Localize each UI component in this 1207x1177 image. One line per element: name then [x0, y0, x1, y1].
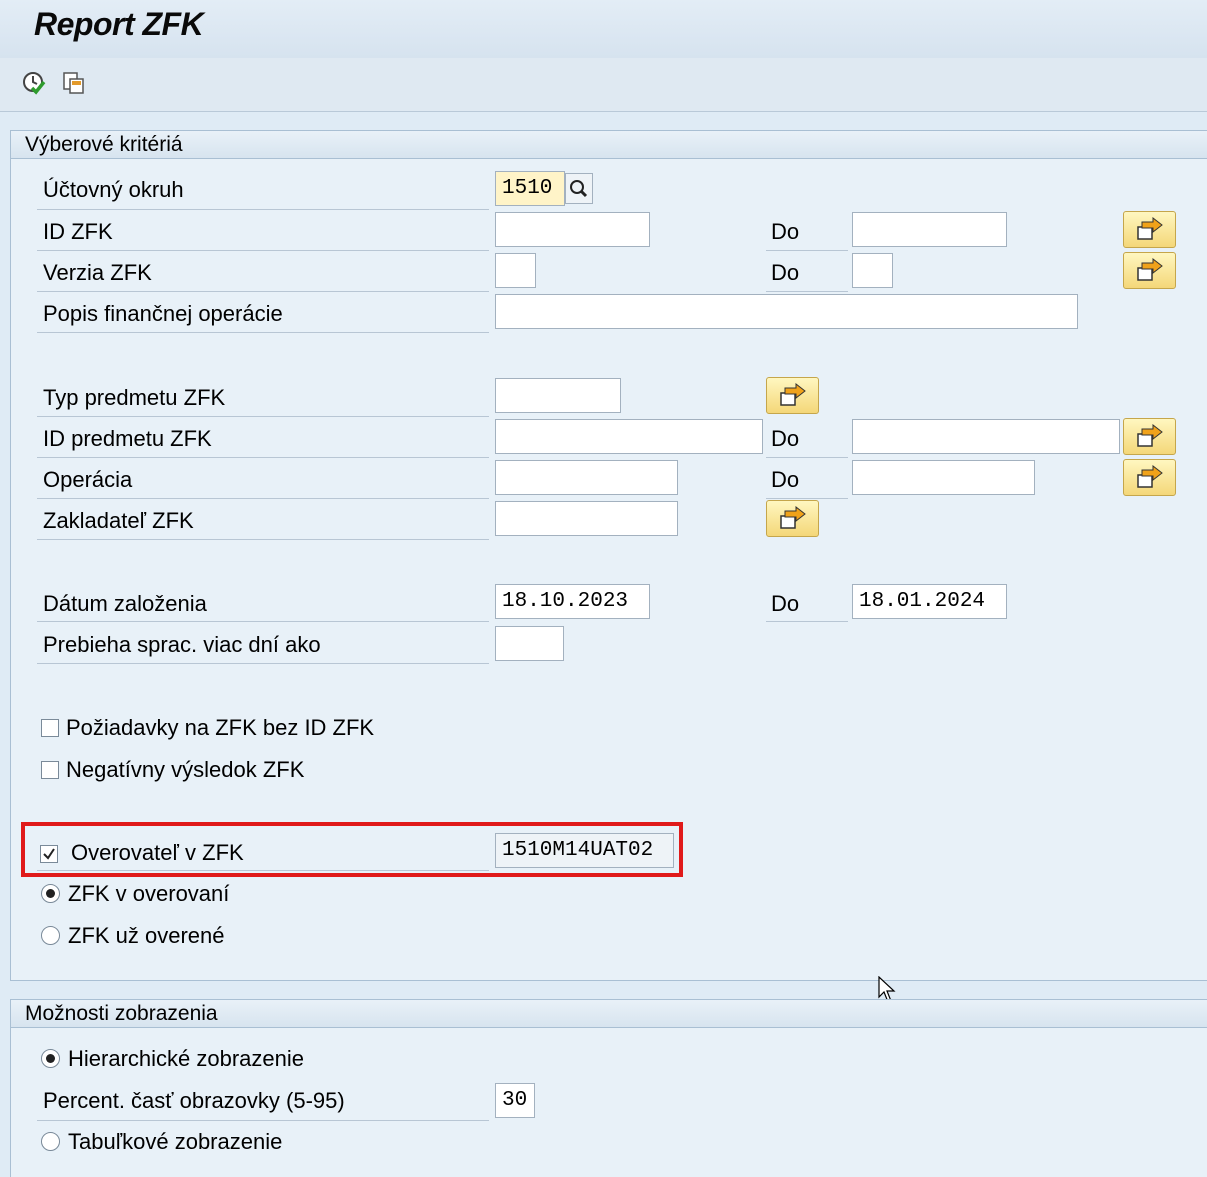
table-display-label: Tabuľkové zobrazenie: [68, 1129, 283, 1154]
hierarchical-display-radio[interactable]: [41, 1049, 60, 1068]
percent-label: Percent. časť obrazovky (5-95): [43, 1088, 345, 1113]
application-toolbar: [0, 58, 1207, 112]
subject-id-label: ID predmetu ZFK: [43, 426, 212, 451]
multiple-selection-icon: [1137, 424, 1163, 447]
to-label: Do: [771, 260, 800, 285]
to-label: Do: [771, 467, 800, 492]
multiple-selection-icon: [1137, 258, 1163, 281]
percent-input[interactable]: 30: [495, 1083, 535, 1118]
accounting-area-input[interactable]: 1510: [495, 171, 565, 206]
created-date-to-input[interactable]: 18.01.2024: [852, 584, 1007, 619]
zfk-id-to-input[interactable]: [852, 212, 1007, 247]
to-label: Do: [771, 591, 800, 616]
already-verified-label: ZFK už overené: [68, 923, 225, 948]
requests-without-id-label: Požiadavky na ZFK bez ID ZFK: [66, 715, 375, 740]
multiple-selection-icon: [780, 383, 806, 406]
in-verification-radio[interactable]: [41, 884, 60, 903]
copy-variant-icon[interactable]: [61, 70, 87, 96]
negative-result-checkbox[interactable]: [41, 761, 59, 779]
multiple-selection-button[interactable]: [766, 377, 819, 414]
multiple-selection-button[interactable]: [1123, 252, 1176, 289]
highlight-box: [21, 822, 683, 877]
title-bar: Report ZFK: [0, 0, 1207, 58]
subject-type-input[interactable]: [495, 378, 621, 413]
subject-id-to-input[interactable]: [852, 419, 1120, 454]
zfk-id-label: ID ZFK: [43, 219, 113, 244]
subject-id-from-input[interactable]: [495, 419, 763, 454]
description-label: Popis finančnej operácie: [43, 301, 283, 326]
in-verification-label: ZFK v overovaní: [68, 881, 230, 906]
multiple-selection-icon: [780, 506, 806, 529]
to-label: Do: [771, 219, 800, 244]
zfk-version-label: Verzia ZFK: [43, 260, 152, 285]
display-options-header: Možnosti zobrazenia: [11, 1000, 1207, 1028]
execute-icon[interactable]: [21, 70, 47, 96]
search-help-icon[interactable]: [565, 173, 593, 204]
selection-criteria-header: Výberové kritériá: [11, 131, 1207, 159]
already-verified-radio[interactable]: [41, 926, 60, 945]
page-title: Report ZFK: [34, 6, 204, 42]
multiple-selection-icon: [1137, 465, 1163, 488]
multiple-selection-icon: [1137, 217, 1163, 240]
multiple-selection-button[interactable]: [1123, 459, 1176, 496]
operation-to-input[interactable]: [852, 460, 1035, 495]
multiple-selection-button[interactable]: [1123, 418, 1176, 455]
to-label: Do: [771, 426, 800, 451]
negative-result-label: Negatívny výsledok ZFK: [66, 757, 305, 782]
requests-without-id-checkbox[interactable]: [41, 719, 59, 737]
created-date-label: Dátum založenia: [43, 591, 207, 616]
created-date-from-input[interactable]: 18.10.2023: [495, 584, 650, 619]
table-display-radio[interactable]: [41, 1132, 60, 1151]
zfk-version-to-input[interactable]: [852, 253, 893, 288]
multiple-selection-button[interactable]: [1123, 211, 1176, 248]
multiple-selection-button[interactable]: [766, 500, 819, 537]
zfk-version-from-input[interactable]: [495, 253, 536, 288]
hierarchical-display-label: Hierarchické zobrazenie: [68, 1046, 304, 1071]
creator-input[interactable]: [495, 501, 678, 536]
creator-label: Zakladateľ ZFK: [43, 508, 194, 533]
accounting-area-label: Účtovný okruh: [43, 177, 184, 202]
processing-days-input[interactable]: [495, 626, 564, 661]
operation-label: Operácia: [43, 467, 133, 492]
description-input[interactable]: [495, 294, 1078, 329]
processing-days-label: Prebieha sprac. viac dní ako: [43, 632, 321, 657]
subject-type-label: Typ predmetu ZFK: [43, 385, 226, 410]
zfk-id-from-input[interactable]: [495, 212, 650, 247]
operation-from-input[interactable]: [495, 460, 678, 495]
